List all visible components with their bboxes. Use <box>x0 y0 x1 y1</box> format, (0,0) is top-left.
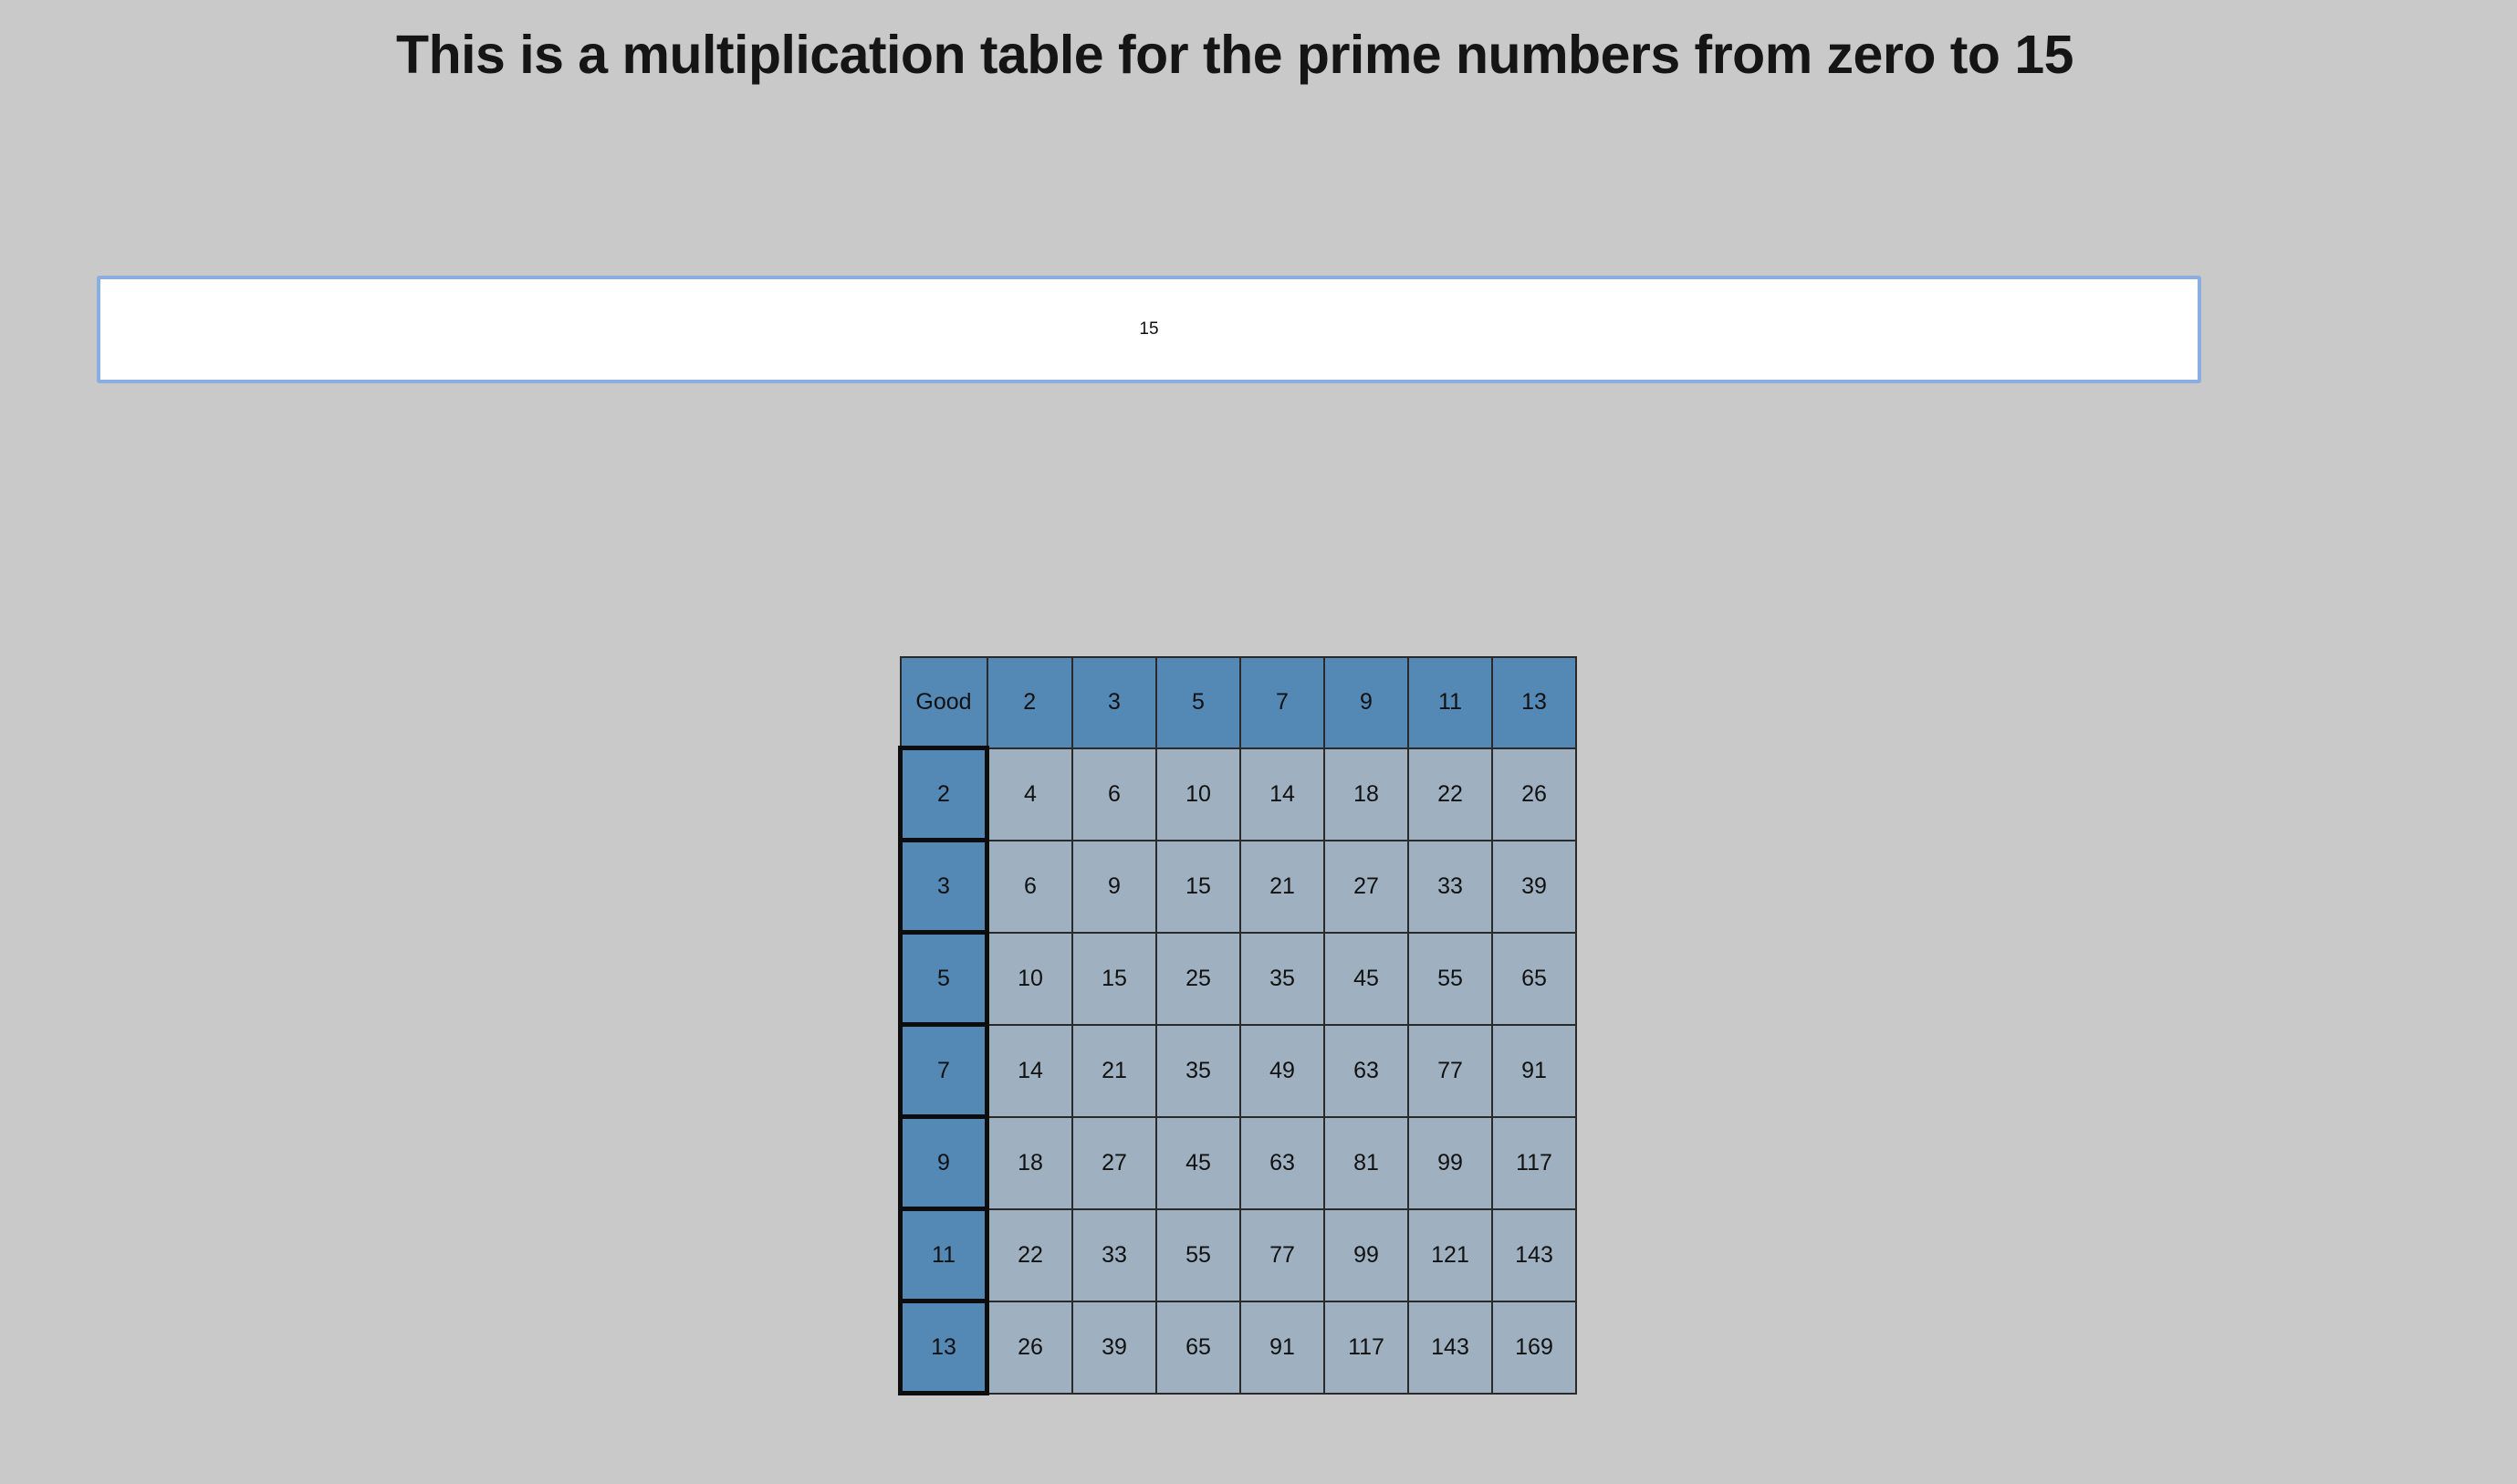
product-cell: 117 <box>1491 1115 1577 1210</box>
product-cell: 10 <box>986 931 1073 1026</box>
product-cell: 25 <box>1155 931 1241 1026</box>
table-row: 13 26 39 65 91 117 143 169 <box>898 1299 1577 1395</box>
product-cell: 55 <box>1407 931 1493 1026</box>
product-cell: 14 <box>986 1023 1073 1118</box>
product-cell: 35 <box>1155 1023 1241 1118</box>
product-cell: 63 <box>1323 1023 1409 1118</box>
product-cell: 65 <box>1491 931 1577 1026</box>
product-cell: 15 <box>1155 839 1241 934</box>
column-header-cell: 7 <box>1239 656 1325 749</box>
product-cell: 35 <box>1239 931 1325 1026</box>
product-cell: 27 <box>1071 1115 1157 1210</box>
column-header-cell: 9 <box>1323 656 1409 749</box>
product-cell: 9 <box>1071 839 1157 934</box>
multiplication-table-container: Good 2 3 5 7 9 11 13 2 4 6 10 14 18 22 2… <box>898 656 1577 1395</box>
product-cell: 77 <box>1407 1023 1493 1118</box>
product-cell: 39 <box>1491 839 1577 934</box>
table-row: 3 6 9 15 21 27 33 39 <box>898 838 1577 935</box>
product-cell: 15 <box>1071 931 1157 1026</box>
column-header-cell: 11 <box>1407 656 1493 749</box>
product-cell: 169 <box>1491 1300 1577 1395</box>
product-cell: 18 <box>1323 747 1409 841</box>
column-header-cell: 5 <box>1155 656 1241 749</box>
page-title: This is a multiplication table for the p… <box>396 25 2073 85</box>
table-header-row: Good 2 3 5 7 9 11 13 <box>899 656 1577 749</box>
product-cell: 14 <box>1239 747 1325 841</box>
product-cell: 21 <box>1071 1023 1157 1118</box>
product-cell: 18 <box>986 1115 1073 1210</box>
column-header-cell: 2 <box>986 656 1073 749</box>
product-cell: 21 <box>1239 839 1325 934</box>
row-header-cell: 13 <box>898 1299 989 1395</box>
product-cell: 26 <box>986 1300 1073 1395</box>
row-header-cell: 5 <box>898 930 989 1027</box>
product-cell: 49 <box>1239 1023 1325 1118</box>
product-cell: 143 <box>1407 1300 1493 1395</box>
product-cell: 77 <box>1239 1207 1325 1302</box>
table-row: 7 14 21 35 49 63 77 91 <box>898 1022 1577 1119</box>
product-cell: 45 <box>1323 931 1409 1026</box>
product-cell: 63 <box>1239 1115 1325 1210</box>
product-cell: 6 <box>1071 747 1157 841</box>
column-header-cell: 3 <box>1071 656 1157 749</box>
product-cell: 65 <box>1155 1300 1241 1395</box>
row-header-cell: 2 <box>898 746 989 842</box>
number-limit-input[interactable] <box>97 276 2201 383</box>
product-cell: 27 <box>1323 839 1409 934</box>
product-cell: 22 <box>1407 747 1493 841</box>
row-header-cell: 9 <box>898 1114 989 1211</box>
product-cell: 99 <box>1323 1207 1409 1302</box>
product-cell: 81 <box>1323 1115 1409 1210</box>
table-row: 2 4 6 10 14 18 22 26 <box>898 746 1577 842</box>
product-cell: 55 <box>1155 1207 1241 1302</box>
table-corner-cell: Good <box>899 656 988 749</box>
column-header-cell: 13 <box>1491 656 1577 749</box>
product-cell: 33 <box>1071 1207 1157 1302</box>
row-header-cell: 7 <box>898 1022 989 1119</box>
product-cell: 99 <box>1407 1115 1493 1210</box>
product-cell: 39 <box>1071 1300 1157 1395</box>
multiplication-table: Good 2 3 5 7 9 11 13 2 4 6 10 14 18 22 2… <box>898 656 1577 1395</box>
product-cell: 121 <box>1407 1207 1493 1302</box>
product-cell: 117 <box>1323 1300 1409 1395</box>
row-header-cell: 11 <box>898 1207 989 1303</box>
product-cell: 143 <box>1491 1207 1577 1302</box>
table-row: 9 18 27 45 63 81 99 117 <box>898 1114 1577 1211</box>
product-cell: 4 <box>986 747 1073 841</box>
table-row: 11 22 33 55 77 99 121 143 <box>898 1207 1577 1303</box>
product-cell: 91 <box>1239 1300 1325 1395</box>
row-header-cell: 3 <box>898 838 989 935</box>
product-cell: 91 <box>1491 1023 1577 1118</box>
product-cell: 22 <box>986 1207 1073 1302</box>
table-row: 5 10 15 25 35 45 55 65 <box>898 930 1577 1027</box>
product-cell: 45 <box>1155 1115 1241 1210</box>
product-cell: 6 <box>986 839 1073 934</box>
product-cell: 10 <box>1155 747 1241 841</box>
product-cell: 33 <box>1407 839 1493 934</box>
product-cell: 26 <box>1491 747 1577 841</box>
